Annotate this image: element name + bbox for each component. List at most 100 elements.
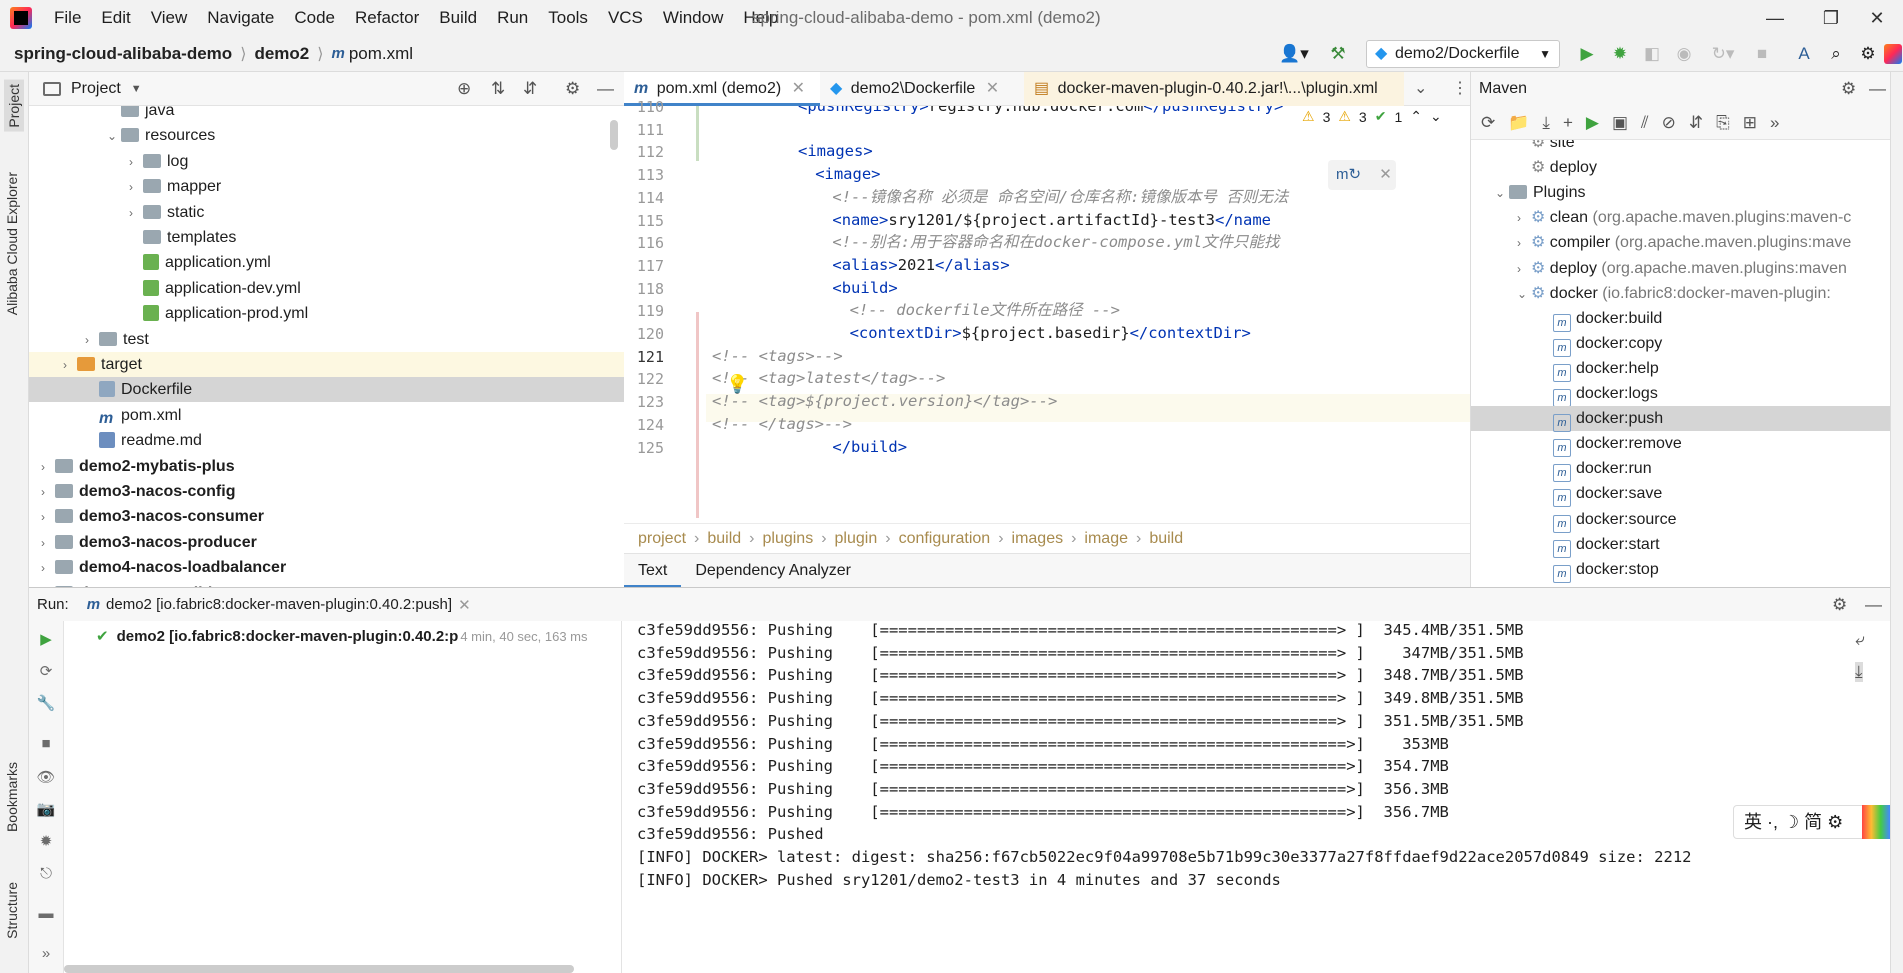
scroll-to-end-icon[interactable]: ⤓ xyxy=(1855,662,1863,682)
download-icon[interactable]: ⤓ xyxy=(1542,113,1550,133)
chevron-up-icon[interactable]: ⌃ xyxy=(1410,108,1422,125)
close-popup-icon[interactable]: ✕ xyxy=(1379,166,1392,183)
more-icon[interactable]: » xyxy=(1770,113,1779,133)
menu-tools[interactable]: Tools xyxy=(540,0,596,36)
tab-text[interactable]: Text xyxy=(624,554,682,588)
more-run-icon[interactable]: ↻▾ xyxy=(1706,44,1740,64)
settings-gear-icon[interactable]: ⚙ xyxy=(565,79,580,99)
breadcrumb-file[interactable]: pom.xml xyxy=(349,44,413,64)
breadcrumb-module[interactable]: demo2 xyxy=(254,44,309,64)
xml-path-crumb[interactable]: plugin xyxy=(835,530,878,548)
maven-reload-popup[interactable]: m↻ ✕ xyxy=(1328,160,1396,190)
maven-tree-item[interactable]: m docker:save xyxy=(1471,481,1890,508)
maven-tree-item[interactable]: ⚙ deploy xyxy=(1471,155,1890,180)
structure-tab[interactable]: Structure xyxy=(4,882,20,939)
show-dependencies-icon[interactable]: ⎘ xyxy=(1716,113,1730,133)
menu-edit[interactable]: Edit xyxy=(93,0,138,36)
close-tab-icon[interactable]: ✕ xyxy=(792,80,805,97)
project-tree-item[interactable]: application.yml xyxy=(129,250,624,275)
run-icon[interactable]: ▶ xyxy=(1577,44,1597,64)
more-icon[interactable]: » xyxy=(35,943,57,965)
project-scrollbar[interactable] xyxy=(610,120,618,150)
minimize-icon[interactable]: — xyxy=(1747,0,1803,36)
menu-window[interactable]: Window xyxy=(655,0,731,36)
alibaba-cloud-explorer-tab[interactable]: Alibaba Cloud Explorer xyxy=(4,172,20,315)
maven-tree-item[interactable]: m docker:logs xyxy=(1471,381,1890,407)
chevron-down-icon[interactable]: ▼ xyxy=(131,83,142,95)
code-line[interactable]: </build> xyxy=(832,434,907,461)
project-tree-item[interactable]: › static xyxy=(129,200,624,225)
run-configuration-select[interactable]: ◆ demo2/Dockerfile ▼ xyxy=(1366,40,1560,68)
jetbrains-icon[interactable] xyxy=(1884,44,1902,64)
layout-icon[interactable]: ▬ xyxy=(35,903,57,925)
chevron-right-icon[interactable]: › xyxy=(1517,231,1531,256)
menu-navigate[interactable]: Navigate xyxy=(199,0,282,36)
tab-dockerfile[interactable]: ◆ demo2\Dockerfile ✕ xyxy=(820,72,1024,106)
chevron-right-icon[interactable]: › xyxy=(63,353,77,378)
analyze-icon[interactable]: ⊞ xyxy=(1743,113,1757,133)
run-icon[interactable]: ▶ xyxy=(1586,113,1599,133)
horizontal-scrollbar[interactable] xyxy=(64,965,574,973)
settings-gear-icon[interactable]: ⚙ xyxy=(1841,79,1856,99)
stop-icon[interactable]: ■ xyxy=(1752,44,1772,64)
more-options-icon[interactable]: ⋮ xyxy=(1442,72,1468,106)
chevron-right-icon[interactable]: › xyxy=(129,150,143,175)
maven-tree-item[interactable]: ⌄ Plugins xyxy=(1471,180,1890,205)
chevron-right-icon[interactable]: › xyxy=(1517,206,1531,231)
xml-path-crumb[interactable]: configuration xyxy=(899,530,991,548)
build-hammer-icon[interactable]: ⚒ xyxy=(1328,44,1348,64)
xml-path-crumb[interactable]: images xyxy=(1012,530,1064,548)
project-tree-item[interactable]: › mapper xyxy=(129,174,624,199)
code-line[interactable]: <pushRegistry>registry.hub.docker.com</p… xyxy=(798,106,1283,120)
project-tree-item[interactable]: › target xyxy=(29,352,624,377)
close-tab-icon[interactable]: ✕ xyxy=(986,80,999,97)
code-line[interactable]: <contextDir>${project.basedir}</contextD… xyxy=(850,320,1251,347)
project-tree-item[interactable]: application-dev.yml xyxy=(129,276,624,301)
chevron-down-icon[interactable]: ⌄ xyxy=(1495,181,1509,206)
xml-path-crumb[interactable]: build xyxy=(1149,530,1183,548)
maven-tree-item[interactable]: m docker:help xyxy=(1471,356,1890,382)
exit-icon[interactable]: ⎋ xyxy=(35,863,57,885)
project-tree-item[interactable]: › demo3-nacos-producer xyxy=(41,530,624,555)
translate-icon[interactable]: A xyxy=(1794,44,1814,64)
camera-icon[interactable]: 📷 xyxy=(35,799,57,821)
intellij-logo-icon[interactable] xyxy=(10,7,32,29)
chevron-right-icon[interactable]: › xyxy=(129,201,143,226)
debug-icon[interactable]: ✹ xyxy=(35,831,57,853)
menu-vcs[interactable]: VCS xyxy=(600,0,651,36)
search-icon[interactable]: ⌕ xyxy=(1826,44,1846,64)
reload-icon[interactable]: ⟳ xyxy=(1481,113,1495,133)
tab-plugin-xml[interactable]: ▤ docker-maven-plugin-0.40.2.jar!\...\pl… xyxy=(1024,72,1404,106)
user-icon[interactable]: 👤▾ xyxy=(1276,44,1312,64)
project-tree-item[interactable]: java xyxy=(107,106,624,123)
menu-build[interactable]: Build xyxy=(431,0,485,36)
run-tree-item[interactable]: ✔ demo2 [io.fabric8:docker-maven-plugin:… xyxy=(96,627,588,646)
add-icon[interactable]: + xyxy=(1563,113,1573,133)
rerun-failed-icon[interactable]: ⟳ xyxy=(35,661,57,683)
stop-icon[interactable]: ■ xyxy=(35,733,57,755)
skip-tests-icon[interactable]: ⊘ xyxy=(1662,113,1676,133)
coverage-icon[interactable]: ◧ xyxy=(1642,44,1662,64)
maven-tree-item[interactable]: ⌄ ⚙ docker (io.fabric8:docker-maven-plugi… xyxy=(1471,281,1890,306)
menu-refactor[interactable]: Refactor xyxy=(347,0,427,36)
xml-path-crumb[interactable]: plugins xyxy=(763,530,814,548)
run-tab[interactable]: demo2 [io.fabric8:docker-maven-plugin:0.… xyxy=(106,596,452,613)
locate-file-icon[interactable]: ⊕ xyxy=(457,79,471,99)
code-line[interactable]: <!-- </tags>--> xyxy=(712,411,852,438)
eye-icon[interactable]: 👁 xyxy=(35,767,57,789)
maven-tree-item[interactable]: m docker:stop xyxy=(1471,557,1890,583)
menu-file[interactable]: File xyxy=(46,0,89,36)
chevron-right-icon[interactable]: › xyxy=(41,531,55,556)
project-tree-item[interactable]: › demo3-nacos-config xyxy=(41,479,624,504)
chevron-down-icon[interactable]: ⌄ xyxy=(1430,108,1442,125)
hide-panel-icon[interactable]: — xyxy=(597,79,614,99)
project-tree-item[interactable]: ⌄ resources xyxy=(107,123,624,148)
collapse-icon[interactable]: ⇵ xyxy=(1689,113,1703,133)
project-tree-item[interactable]: › demo2-mybatis-plus xyxy=(41,454,624,479)
chevron-right-icon[interactable]: › xyxy=(41,556,55,581)
project-tree-item[interactable]: › test xyxy=(85,327,624,352)
chevron-right-icon[interactable]: › xyxy=(129,175,143,200)
maven-reload-icon[interactable]: m↻ xyxy=(1336,166,1361,183)
chevron-right-icon[interactable]: › xyxy=(85,328,99,353)
xml-path-crumb[interactable]: project xyxy=(638,530,686,548)
